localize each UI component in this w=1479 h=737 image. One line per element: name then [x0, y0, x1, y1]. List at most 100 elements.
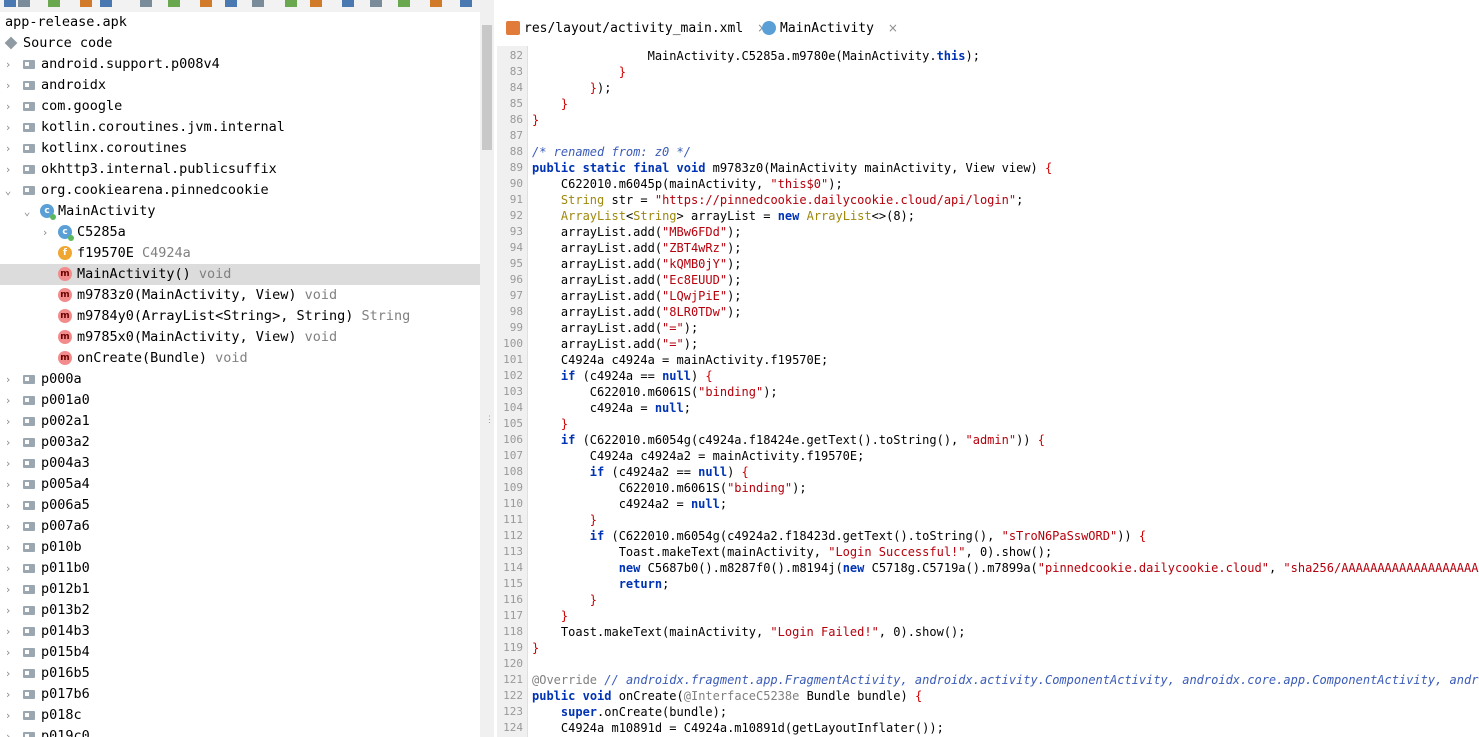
code-line[interactable]: arrayList.add("LQwjPiE"); — [532, 288, 742, 304]
code-line[interactable]: arrayList.add("MBw6FDd"); — [532, 224, 742, 240]
deobf-icon[interactable] — [342, 0, 354, 7]
chevron-right-icon[interactable]: › — [3, 54, 13, 75]
code-line[interactable]: if (c4924a2 == null) { — [532, 464, 749, 480]
chevron-down-icon[interactable]: ⌄ — [22, 201, 32, 222]
chevron-right-icon[interactable]: › — [3, 558, 13, 579]
code-line[interactable]: } — [532, 608, 568, 624]
export-icon[interactable] — [140, 0, 152, 7]
chevron-right-icon[interactable]: › — [3, 663, 13, 684]
save-all-icon[interactable] — [100, 0, 112, 7]
code-line[interactable]: @Override // androidx.fragment.app.Fragm… — [532, 672, 1479, 688]
code-line[interactable]: } — [532, 96, 568, 112]
chevron-right-icon[interactable]: › — [3, 369, 13, 390]
chevron-right-icon[interactable]: › — [3, 600, 13, 621]
tree-class-mainactivity[interactable]: ⌄ c MainActivity — [0, 201, 480, 222]
tree-package[interactable]: › p004a3 — [0, 453, 480, 474]
decompile-icon[interactable] — [370, 0, 382, 7]
tree-package[interactable]: › p006a5 — [0, 495, 480, 516]
back-icon[interactable] — [285, 0, 297, 7]
code-line[interactable]: arrayList.add("Ec8EUUD"); — [532, 272, 742, 288]
code-line[interactable]: C622010.m6045p(mainActivity, "this$0"); — [532, 176, 843, 192]
chevron-right-icon[interactable]: › — [3, 516, 13, 537]
code-line[interactable]: Toast.makeText(mainActivity, "Login Succ… — [532, 544, 1053, 560]
chevron-right-icon[interactable]: › — [3, 495, 13, 516]
tree-member[interactable]: › c C5285a — [0, 222, 480, 243]
code-line[interactable]: } — [532, 512, 597, 528]
code-line[interactable]: Toast.makeText(mainActivity, "Login Fail… — [532, 624, 966, 640]
search-icon[interactable] — [200, 0, 212, 7]
tree-package[interactable]: › p014b3 — [0, 621, 480, 642]
add-file-icon[interactable] — [18, 0, 30, 7]
tree-member[interactable]: f f19570E C4924a — [0, 243, 480, 264]
chevron-right-icon[interactable]: › — [3, 411, 13, 432]
tree-package[interactable]: › android.support.p008v4 — [0, 54, 480, 75]
tree-root-apk[interactable]: app-release.apk — [0, 12, 480, 33]
code-line[interactable]: if (c4924a == null) { — [532, 368, 713, 384]
code-line[interactable]: if (C622010.m6054g(c4924a.f18424e.getTex… — [532, 432, 1045, 448]
tree-member[interactable]: m m9783z0(MainActivity, View) void — [0, 285, 480, 306]
code-line[interactable]: arrayList.add("ZBT4wRz"); — [532, 240, 742, 256]
gear-icon[interactable] — [398, 0, 410, 7]
code-line[interactable]: new C5687b0().m8287f0().m8194j(new C5718… — [532, 560, 1479, 576]
tree-package[interactable]: › p012b1 — [0, 579, 480, 600]
tree-package[interactable]: › p002a1 — [0, 411, 480, 432]
splitter[interactable]: ⋮ — [480, 0, 494, 737]
tree-package[interactable]: › p018c — [0, 705, 480, 726]
forward-icon[interactable] — [310, 0, 322, 7]
code-line[interactable]: } — [532, 592, 597, 608]
tree-package[interactable]: › p010b — [0, 537, 480, 558]
save-icon[interactable] — [80, 0, 92, 7]
code-line[interactable]: super.onCreate(bundle); — [532, 704, 727, 720]
code-line[interactable]: } — [532, 64, 626, 80]
tree-package[interactable]: ⌄ org.cookiearena.pinnedcookie — [0, 180, 480, 201]
chevron-right-icon[interactable]: › — [3, 642, 13, 663]
tree-package[interactable]: › com.google — [0, 96, 480, 117]
code-line[interactable]: String str = "https://pinnedcookie.daily… — [532, 192, 1023, 208]
chevron-right-icon[interactable]: › — [3, 96, 13, 117]
chevron-right-icon[interactable]: › — [3, 159, 13, 180]
code-line[interactable]: } — [532, 416, 568, 432]
code-line[interactable]: C622010.m6061S("binding"); — [532, 480, 807, 496]
tree-scrollbar-thumb[interactable] — [482, 25, 492, 150]
sync-icon[interactable] — [48, 0, 60, 7]
tree-package[interactable]: › p019c0 — [0, 726, 480, 737]
layout-icon[interactable] — [168, 0, 180, 7]
code-line[interactable]: MainActivity.C5285a.m9780e(MainActivity.… — [532, 48, 980, 64]
tree-member[interactable]: m m9785x0(MainActivity, View) void — [0, 327, 480, 348]
quick-icon[interactable] — [460, 0, 472, 7]
code-editor[interactable]: 82 83 84 85 86 87 88 89 90 91 92 93 94 95 96 97 98 99 100 1… — [497, 46, 1479, 737]
tree-package[interactable]: › kotlinx.coroutines — [0, 138, 480, 159]
open-icon[interactable] — [4, 0, 16, 7]
tree-package[interactable]: › okhttp3.internal.publicsuffix — [0, 159, 480, 180]
tree-package[interactable]: › p013b2 — [0, 600, 480, 621]
code-line[interactable]: } — [532, 112, 539, 128]
tree-package[interactable]: › p000a — [0, 369, 480, 390]
code-line[interactable]: ArrayList<String> arrayList = new ArrayL… — [532, 208, 915, 224]
tree-source-code[interactable]: Source code — [0, 33, 480, 54]
code-line[interactable]: if (C622010.m6054g(c4924a2.f18423d.getTe… — [532, 528, 1146, 544]
code-line[interactable]: c4924a2 = null; — [532, 496, 727, 512]
search-usage-icon[interactable] — [252, 0, 264, 7]
tab-activity-main-xml[interactable]: res/layout/activity_main.xml× — [506, 12, 767, 46]
code-line[interactable]: }); — [532, 80, 612, 96]
chevron-right-icon[interactable]: › — [3, 684, 13, 705]
tree-package[interactable]: › p011b0 — [0, 558, 480, 579]
tree-package[interactable]: › p001a0 — [0, 390, 480, 411]
tree-package[interactable]: › p007a6 — [0, 516, 480, 537]
chevron-right-icon[interactable]: › — [3, 453, 13, 474]
tree-member[interactable]: m MainActivity() void — [0, 264, 480, 285]
chevron-right-icon[interactable]: › — [3, 138, 13, 159]
chevron-right-icon[interactable]: › — [3, 390, 13, 411]
chevron-right-icon[interactable]: › — [3, 705, 13, 726]
log-icon[interactable] — [430, 0, 442, 7]
code-line[interactable]: public static final void m9783z0(MainAct… — [532, 160, 1052, 176]
splitter-grip-icon[interactable]: ⋮ — [485, 416, 494, 432]
tab-mainactivity[interactable]: MainActivity × — [762, 12, 898, 49]
code-line[interactable]: /* renamed from: z0 */ — [532, 144, 691, 160]
code-line[interactable]: arrayList.add("kQMB0jY"); — [532, 256, 742, 272]
tree-package[interactable]: › p005a4 — [0, 474, 480, 495]
code-line[interactable]: arrayList.add("8LR0TDw"); — [532, 304, 742, 320]
chevron-right-icon[interactable]: › — [3, 432, 13, 453]
chevron-right-icon[interactable]: › — [3, 726, 13, 737]
chevron-right-icon[interactable]: › — [3, 621, 13, 642]
